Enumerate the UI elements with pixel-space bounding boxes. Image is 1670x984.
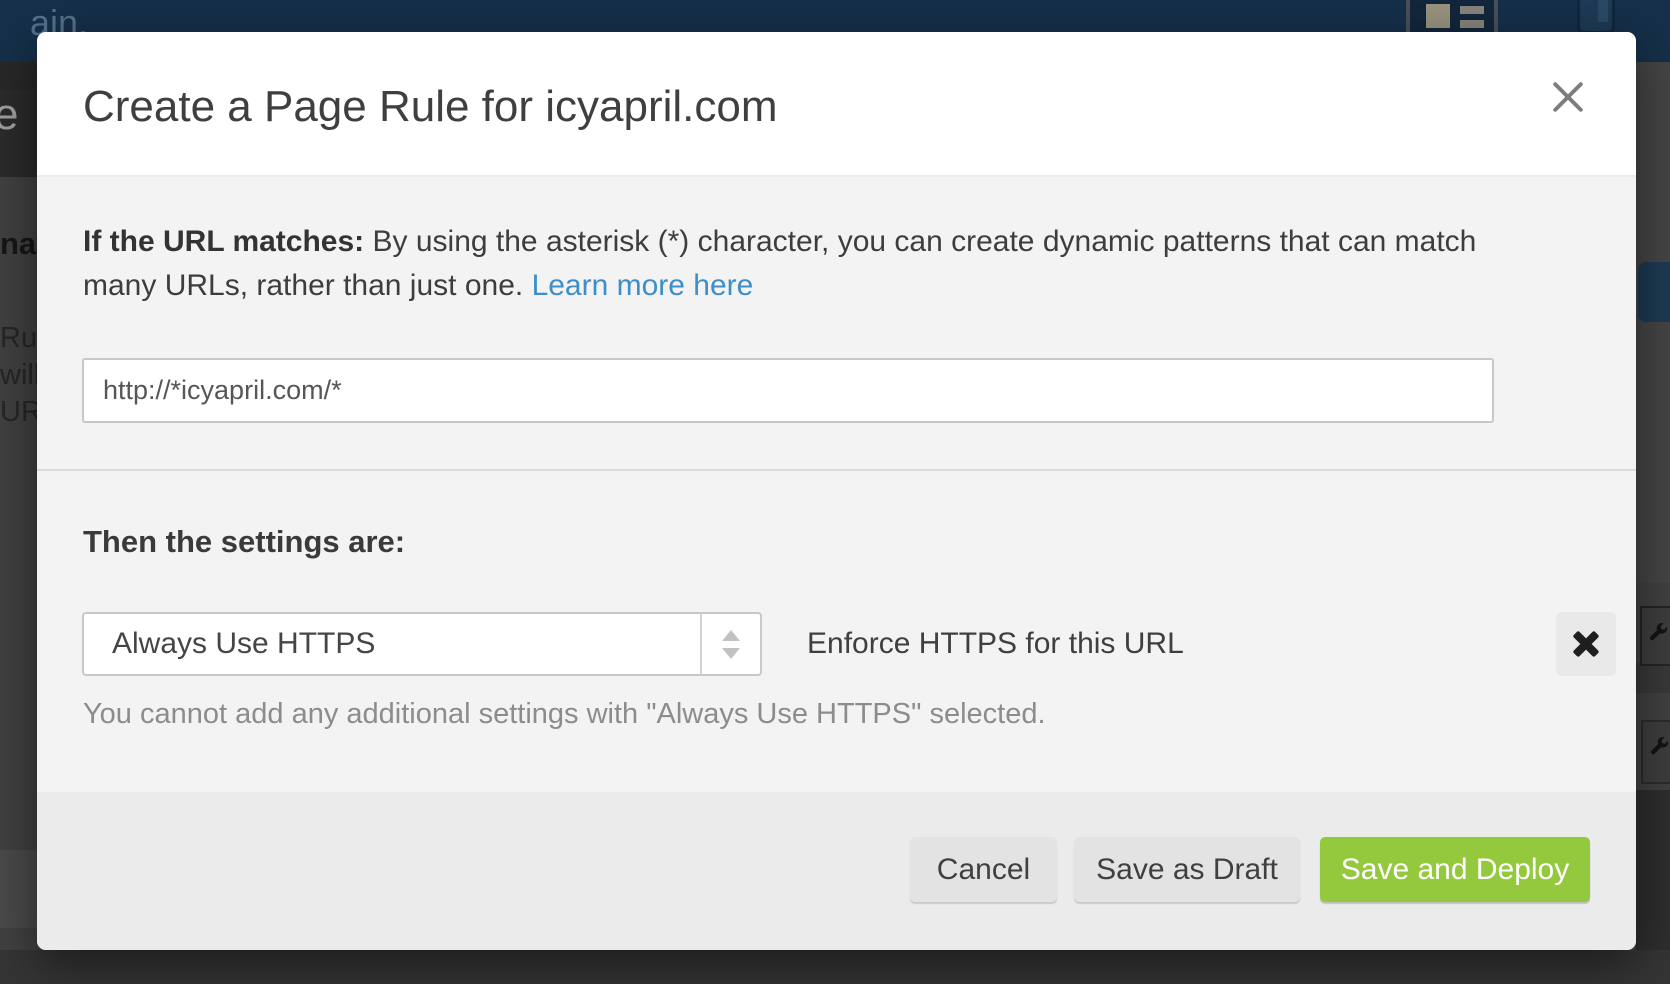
wrench-icon xyxy=(1647,622,1669,644)
save-and-deploy-button[interactable]: Save and Deploy xyxy=(1320,837,1590,902)
backdrop-heading-fragment: e xyxy=(0,90,18,140)
select-value: Always Use HTTPS xyxy=(112,614,375,674)
setting-select[interactable]: Always Use HTTPS xyxy=(82,612,762,676)
cancel-button[interactable]: Cancel xyxy=(910,837,1057,902)
backdrop-right-dark-patch xyxy=(1636,790,1670,950)
backdrop-right-strip xyxy=(1636,62,1670,583)
learn-more-link[interactable]: Learn more here xyxy=(532,269,754,302)
layout-icon-square xyxy=(1426,4,1450,28)
backdrop-button-fragment xyxy=(1638,262,1670,322)
modal-header: Create a Page Rule for icyapril.com xyxy=(37,32,1636,177)
down-triangle-icon xyxy=(722,648,740,659)
layout-icon-bar xyxy=(1460,20,1484,28)
url-pattern-input[interactable] xyxy=(82,358,1494,423)
layout-icon-bar xyxy=(1460,6,1484,14)
create-page-rule-modal: Create a Page Rule for icyapril.com If t… xyxy=(37,32,1636,950)
panel-icon xyxy=(1577,0,1615,34)
url-match-label: If the URL matches: xyxy=(83,225,364,258)
section-divider xyxy=(37,469,1636,471)
up-triangle-icon xyxy=(722,630,740,641)
backdrop-bold-text-fragment: nav xyxy=(0,226,37,262)
backdrop-left-dark-patch: e xyxy=(0,90,37,177)
backdrop-bottom-left-patch xyxy=(0,850,37,928)
backdrop-text-fragment: will xyxy=(0,359,37,392)
remove-setting-button[interactable] xyxy=(1556,612,1616,676)
backdrop-text-fragment: UR xyxy=(0,396,37,429)
url-match-description-line2: many URLs, rather than just one. xyxy=(83,269,532,302)
modal-title: Create a Page Rule for icyapril.com xyxy=(83,82,778,132)
select-stepper-icon[interactable] xyxy=(700,614,760,674)
helper-text: You cannot add any additional settings w… xyxy=(83,696,1046,732)
backdrop-bottom-strip xyxy=(0,950,1670,984)
wrench-icon xyxy=(1648,736,1670,758)
backdrop-edit-button xyxy=(1640,606,1670,666)
backdrop-text-fragment: Ru xyxy=(0,322,37,355)
panel-icon-inner xyxy=(1598,0,1608,22)
setting-description: Enforce HTTPS for this URL xyxy=(807,612,1184,676)
backdrop-right-band xyxy=(1636,663,1670,693)
modal-footer: Cancel Save as Draft Save and Deploy xyxy=(37,792,1636,950)
url-match-description-line1: By using the asterisk (*) character, you… xyxy=(364,225,1476,258)
settings-heading: Then the settings are: xyxy=(83,524,405,560)
save-as-draft-button[interactable]: Save as Draft xyxy=(1074,837,1300,902)
close-button[interactable] xyxy=(1545,74,1591,120)
backdrop-edit-button xyxy=(1641,720,1670,784)
url-match-paragraph: If the URL matches: By using the asteris… xyxy=(83,220,1513,308)
